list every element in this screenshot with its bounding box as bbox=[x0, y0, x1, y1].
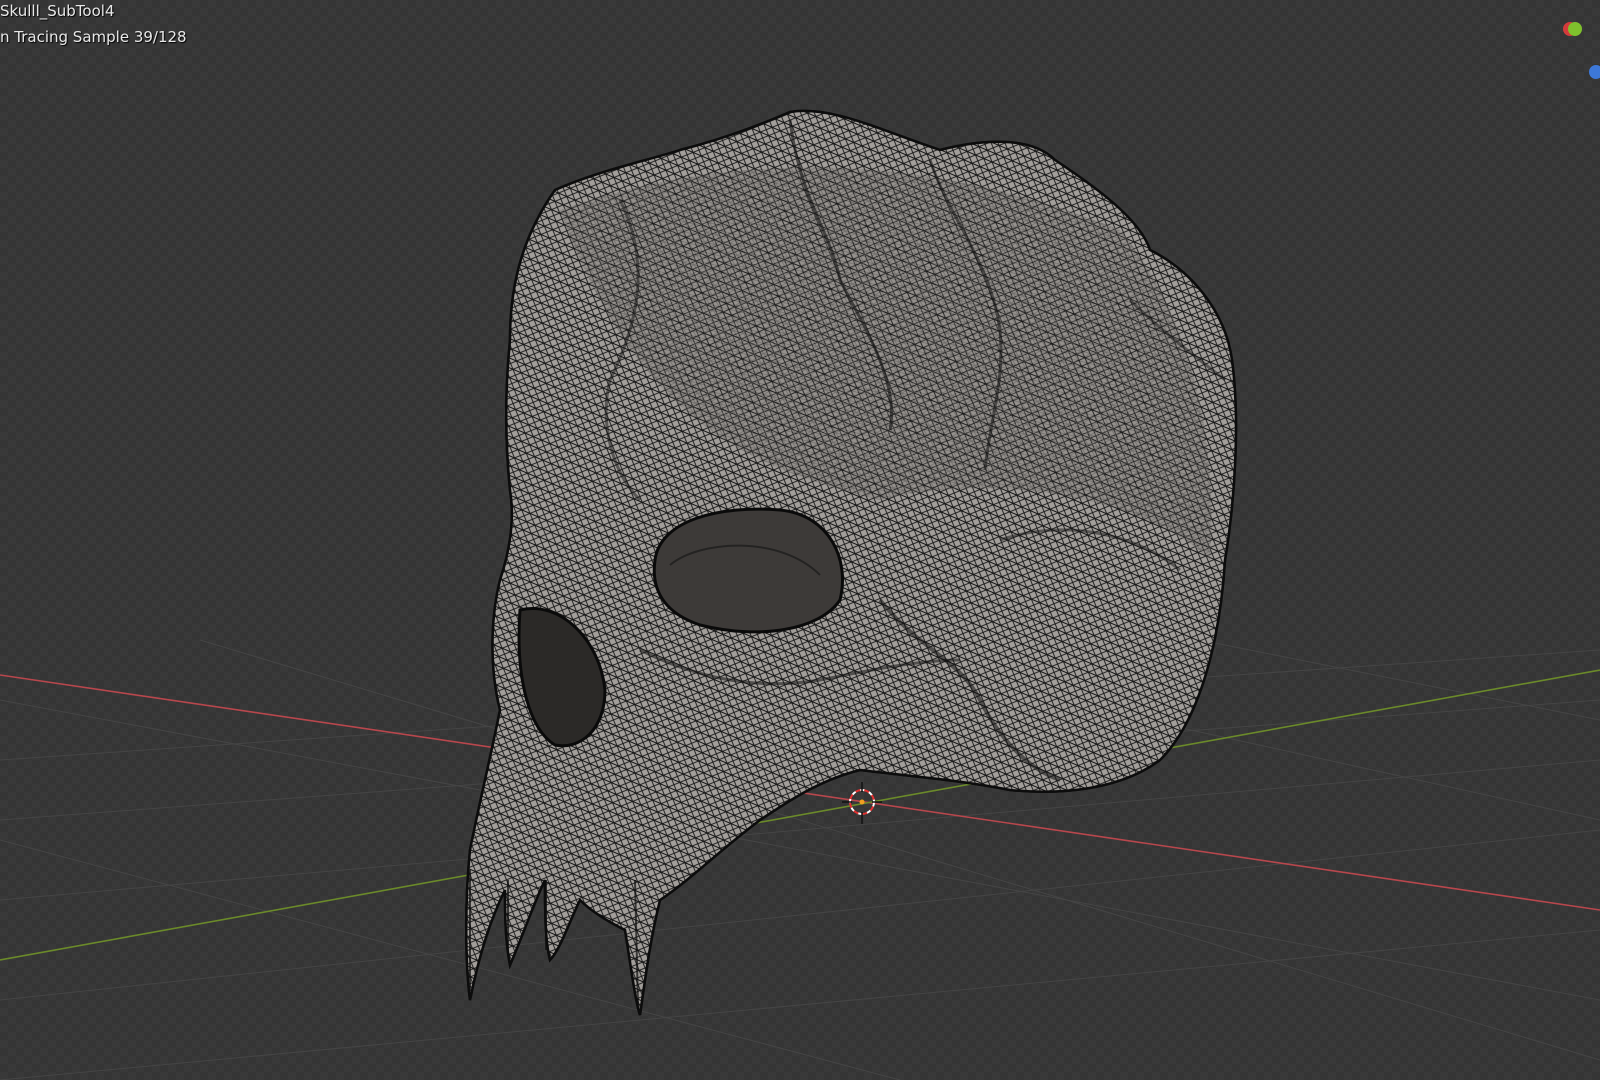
y-axis-gizmo-icon[interactable] bbox=[1568, 22, 1582, 36]
skull-mesh bbox=[465, 109, 1238, 1017]
3d-viewport[interactable]: Skulll_SubTool4 n Tracing Sample 39/128 bbox=[0, 0, 1600, 1080]
navigation-gizmo[interactable] bbox=[1560, 10, 1600, 80]
viewport-scene[interactable] bbox=[0, 0, 1600, 1080]
render-status-label: n Tracing Sample 39/128 bbox=[0, 28, 187, 46]
object-name-label: Skulll_SubTool4 bbox=[0, 2, 115, 20]
z-axis-gizmo-icon[interactable] bbox=[1589, 65, 1600, 79]
